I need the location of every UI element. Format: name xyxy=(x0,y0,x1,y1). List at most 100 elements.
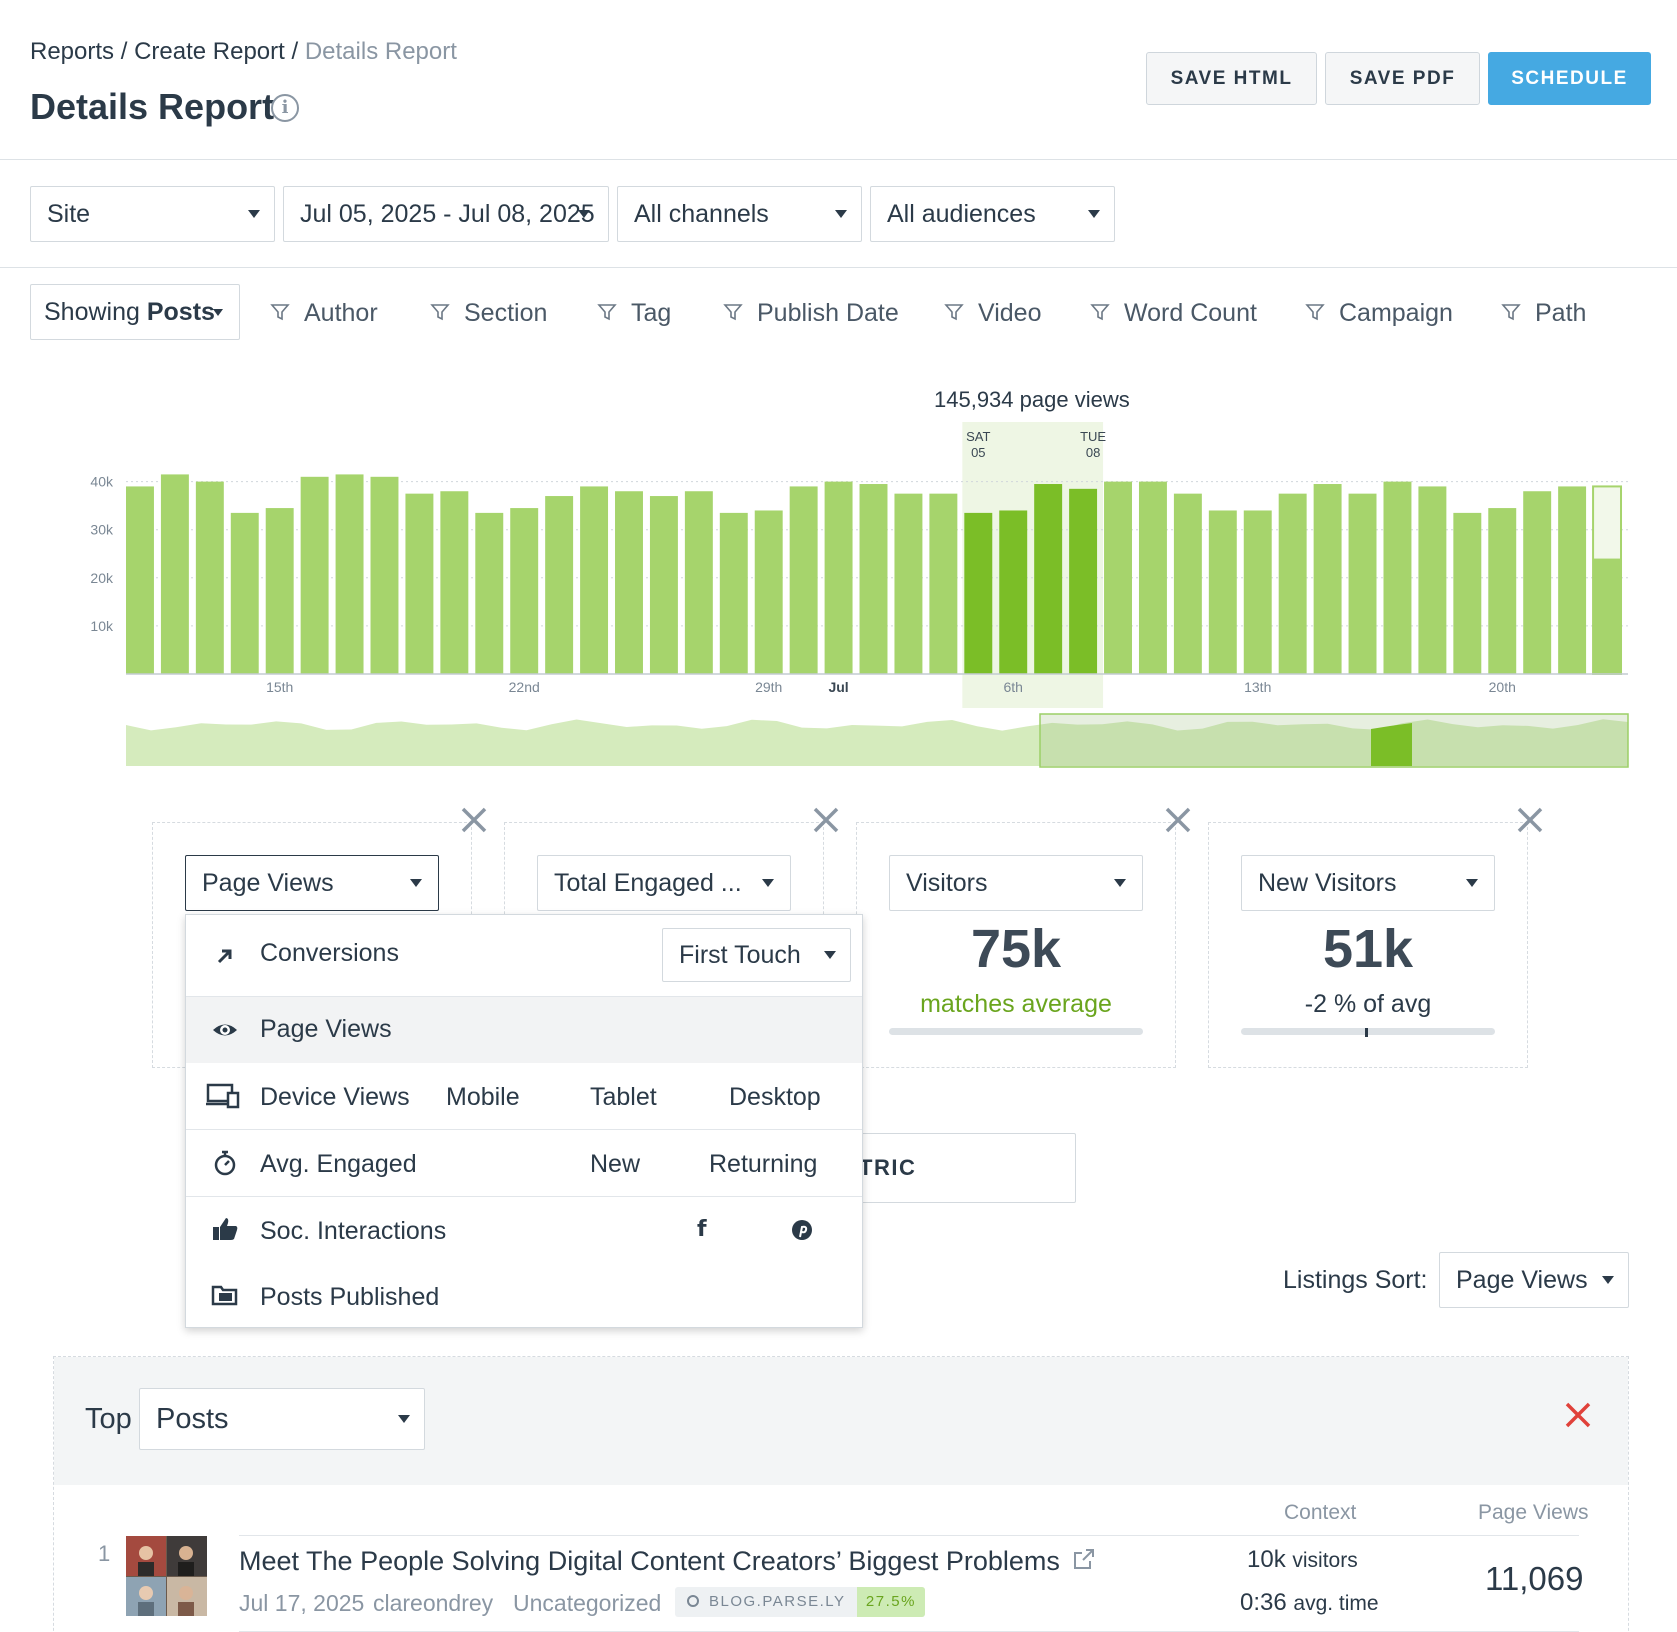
bar xyxy=(964,512,993,674)
x-tick-label: 20th xyxy=(1489,679,1516,695)
metric-comparison-bar xyxy=(1241,1028,1495,1037)
stopwatch-icon xyxy=(214,1150,236,1176)
target-icon xyxy=(687,1594,699,1607)
post-thumbnail[interactable] xyxy=(126,1536,207,1616)
filter-publish-date[interactable]: Publish Date xyxy=(723,296,899,330)
bar xyxy=(230,512,259,674)
menu-item-soc-interactions[interactable]: Soc. Interactions f xyxy=(186,1197,862,1263)
column-header-page-views[interactable]: Page Views xyxy=(1478,1501,1589,1525)
filter-word-count[interactable]: Word Count xyxy=(1090,296,1257,330)
chevron-down-icon xyxy=(1088,210,1100,218)
post-title-link[interactable]: Meet The People Solving Digital Content … xyxy=(239,1546,1095,1577)
metric-select[interactable]: Total Engaged ... xyxy=(537,855,791,911)
top-type-select[interactable]: Posts xyxy=(139,1388,425,1450)
breadcrumb-reports[interactable]: Reports xyxy=(30,38,114,65)
chevron-down-icon xyxy=(762,879,774,887)
engaged-option-new[interactable]: New xyxy=(590,1150,640,1179)
metric-select[interactable]: New Visitors xyxy=(1241,855,1495,911)
overview-selection xyxy=(1371,723,1412,766)
metric-select[interactable]: Visitors xyxy=(889,855,1143,911)
bar xyxy=(929,493,958,674)
remove-metric-close-icon[interactable] xyxy=(459,805,489,835)
pinterest-icon[interactable] xyxy=(791,1219,813,1241)
bar xyxy=(1523,491,1552,674)
menu-item-conversions[interactable]: Conversions First Touch xyxy=(186,915,862,996)
schedule-button[interactable]: SCHEDULE xyxy=(1488,52,1651,105)
bar xyxy=(1593,558,1622,674)
arrow-up-right-icon xyxy=(217,949,232,964)
chevron-down-icon xyxy=(248,210,260,218)
save-html-button[interactable]: SAVE HTML xyxy=(1146,52,1317,105)
breadcrumb-current: Details Report xyxy=(304,38,457,65)
top-label: Top xyxy=(85,1403,132,1435)
context-visitors: 10k visitors xyxy=(1247,1546,1358,1573)
average-marker xyxy=(1365,1028,1368,1037)
remove-metric-close-icon[interactable] xyxy=(1163,805,1193,835)
touch-select[interactable]: First Touch xyxy=(662,928,851,982)
remove-metric-close-icon[interactable] xyxy=(811,805,841,835)
bar xyxy=(1173,493,1202,674)
metric-value: 51k xyxy=(1322,919,1414,979)
save-pdf-button[interactable]: SAVE PDF xyxy=(1325,52,1480,105)
device-option-desktop[interactable]: Desktop xyxy=(729,1083,821,1112)
menu-item-posts-published[interactable]: Posts Published xyxy=(186,1263,862,1329)
menu-item-page-views[interactable]: Page Views xyxy=(186,997,862,1063)
chevron-down-icon xyxy=(1114,879,1126,887)
remove-listing-close-icon[interactable] xyxy=(1563,1400,1593,1430)
external-link-icon[interactable] xyxy=(1073,1548,1095,1570)
selection-start-date: 05 xyxy=(971,445,985,460)
info-icon[interactable]: i xyxy=(271,94,299,122)
engaged-option-returning[interactable]: Returning xyxy=(709,1150,817,1179)
device-option-mobile[interactable]: Mobile xyxy=(446,1083,520,1112)
bar xyxy=(859,484,888,674)
device-option-tablet[interactable]: Tablet xyxy=(590,1083,657,1112)
selection-start-day: SAT xyxy=(966,429,990,444)
post-section[interactable]: Uncategorized xyxy=(513,1590,661,1617)
listings-sort-select[interactable]: Page Views xyxy=(1439,1252,1629,1308)
bar xyxy=(649,496,678,674)
bar xyxy=(1488,508,1517,674)
bar xyxy=(824,481,853,674)
filter-section[interactable]: Section xyxy=(430,296,547,330)
page-views-chart[interactable]: 40k 30k 20k 10k 15th 22nd 29th Jul 6th 13th 20th SA… xyxy=(0,400,1677,780)
selection-end-day: TUE xyxy=(1080,429,1106,444)
remove-metric-close-icon[interactable] xyxy=(1515,805,1545,835)
menu-item-avg-engaged[interactable]: Avg. Engaged New Returning xyxy=(186,1130,862,1196)
domain-badge[interactable]: BLOG.PARSE.LY 27.5% xyxy=(675,1587,925,1617)
post-author[interactable]: clareondrey xyxy=(373,1590,493,1617)
domain-percentage: 27.5% xyxy=(856,1587,925,1617)
y-tick-label: 10k xyxy=(90,618,114,634)
filter-author[interactable]: Author xyxy=(270,296,378,330)
filter-video[interactable]: Video xyxy=(944,296,1042,330)
filter-path[interactable]: Path xyxy=(1501,296,1586,330)
audiences-select[interactable]: All audiences xyxy=(870,186,1115,242)
folder-icon xyxy=(211,1285,238,1306)
y-tick-label: 20k xyxy=(90,570,114,586)
site-select[interactable]: Site xyxy=(30,186,275,242)
chevron-down-icon xyxy=(410,879,422,887)
bar xyxy=(405,493,434,674)
breadcrumb-create-report[interactable]: Create Report xyxy=(134,38,285,65)
channels-select[interactable]: All channels xyxy=(617,186,862,242)
bar xyxy=(789,486,818,674)
filter-tag[interactable]: Tag xyxy=(597,296,671,330)
bar xyxy=(1348,493,1377,674)
bar xyxy=(510,508,539,674)
filter-campaign[interactable]: Campaign xyxy=(1305,296,1453,330)
devices-icon xyxy=(206,1083,240,1109)
bar xyxy=(1104,481,1132,674)
breadcrumb: Reports / Create Report / Details Report xyxy=(30,38,457,65)
date-range-select[interactable]: Jul 05, 2025 - Jul 08, 2025 xyxy=(283,186,609,242)
x-tick-label: Jul xyxy=(828,679,848,695)
metric-select[interactable]: Page Views xyxy=(185,855,439,911)
x-tick-label: 29th xyxy=(755,679,782,695)
bar xyxy=(1243,510,1272,674)
bar xyxy=(684,491,713,674)
row-page-views: 11,069 xyxy=(1485,1560,1584,1597)
metric-comparison: matches average xyxy=(920,990,1112,1018)
menu-item-device-views[interactable]: Device Views Mobile Tablet Desktop xyxy=(186,1063,862,1129)
showing-select[interactable]: Showing Posts xyxy=(30,284,240,340)
y-tick-label: 40k xyxy=(90,474,114,490)
facebook-icon[interactable]: f xyxy=(697,1217,707,1242)
metric-value: 75k xyxy=(970,919,1062,979)
